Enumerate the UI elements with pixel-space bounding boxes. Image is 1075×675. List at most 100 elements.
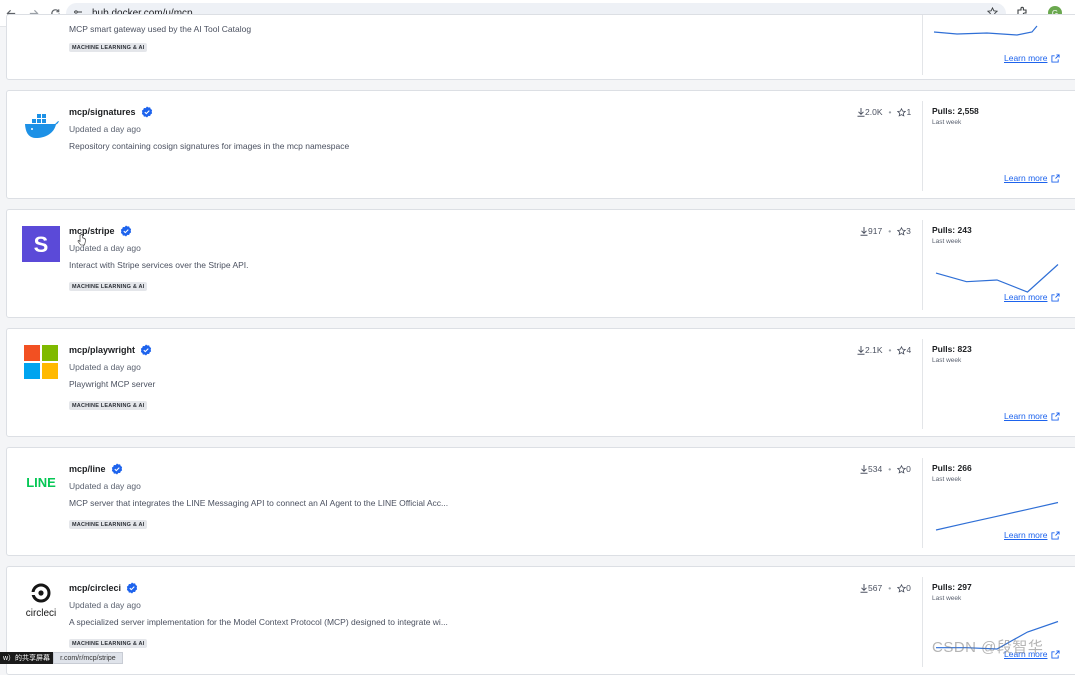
repo-name-link[interactable]: mcp/circleci — [69, 583, 121, 593]
status-bar: w）的共享屏幕 r.com/r/mcp/stripe — [0, 652, 123, 664]
repo-name-link[interactable]: mcp/signatures — [69, 107, 136, 117]
repo-description: Playwright MCP server — [69, 379, 156, 389]
watermark: CSDN @段智华 — [932, 639, 1044, 656]
verified-badge-icon — [126, 582, 138, 594]
pulls-period: Last week — [932, 238, 962, 245]
download-icon — [857, 107, 865, 117]
learn-more-link[interactable]: Learn more — [1004, 53, 1061, 63]
line-logo-text: LINE — [26, 475, 56, 490]
external-link-icon — [1051, 173, 1061, 183]
pulls-count: Pulls: 266 — [932, 463, 972, 473]
repo-name-link[interactable]: mcp/stripe — [69, 226, 115, 236]
repo-stats: 2.0K • 1 — [857, 107, 911, 117]
verified-badge-icon — [141, 106, 152, 118]
download-count: 917 — [868, 226, 883, 236]
download-count: 2.1K — [865, 345, 883, 355]
download-count: 2.0K — [865, 107, 883, 117]
pulls-count: Pulls: 823 — [932, 344, 972, 354]
repo-name-link[interactable]: mcp/playwright — [69, 345, 135, 355]
download-icon — [857, 345, 865, 355]
repo-stats: 567 • 0 — [860, 583, 911, 593]
external-link-icon — [1051, 411, 1061, 421]
screen-share-label: w）的共享屏幕 — [0, 652, 54, 664]
circleci-icon: circleci — [22, 583, 60, 619]
sparkline-path — [935, 501, 1059, 531]
verified-badge-icon — [120, 225, 131, 237]
star-count: 1 — [906, 107, 912, 117]
repo-title-row: mcp/circleci — [69, 582, 138, 594]
star-count: 0 — [906, 583, 911, 593]
category-tag[interactable]: MACHINE LEARNING & AI — [69, 282, 148, 291]
download-icon — [860, 583, 868, 593]
learn-more-label: Learn more — [1004, 53, 1048, 63]
star-icon — [897, 345, 907, 355]
repo-card[interactable]: mcp/playwright Updated a day ago Playwri… — [6, 328, 1075, 437]
separator-dot: • — [888, 226, 892, 236]
separator-dot: • — [888, 107, 892, 117]
star-count: 3 — [906, 226, 911, 236]
star-count: 4 — [906, 345, 912, 355]
learn-more-label: Learn more — [1004, 173, 1048, 183]
download-icon — [860, 464, 868, 474]
category-tag[interactable]: MACHINE LEARNING & AI — [69, 43, 148, 52]
learn-more-link[interactable]: Learn more — [1004, 173, 1061, 183]
star-count: 0 — [906, 464, 911, 474]
learn-more-link[interactable]: Learn more — [1004, 530, 1061, 540]
repo-name-link[interactable]: mcp/line — [69, 464, 106, 474]
star-icon — [897, 226, 907, 236]
pulls-period: Last week — [932, 595, 962, 602]
pulls-sparkline — [933, 25, 1038, 36]
repo-title-row: mcp/signatures — [69, 106, 153, 118]
pulls-sparkline — [935, 264, 1059, 293]
verified-badge-icon — [140, 344, 152, 356]
pulls-count: Pulls: 297 — [932, 582, 972, 592]
download-count: 534 — [868, 464, 883, 474]
repo-title-row: mcp/line — [69, 463, 123, 475]
learn-more-label: Learn more — [1004, 530, 1048, 540]
divider — [922, 577, 923, 667]
separator-dot: • — [888, 583, 892, 593]
star-icon — [897, 107, 907, 117]
svg-text:S: S — [34, 232, 49, 257]
learn-more-link[interactable]: Learn more — [1004, 292, 1061, 302]
external-link-icon — [1051, 649, 1061, 659]
repo-card[interactable]: mcp/signatures Updated a day ago Reposit… — [6, 90, 1075, 199]
repo-stats: 2.1K • 4 — [857, 345, 911, 355]
hand-cursor-icon — [77, 234, 86, 246]
divider — [922, 101, 923, 191]
docker-whale-icon — [22, 107, 60, 143]
category-tag[interactable]: MACHINE LEARNING & AI — [69, 401, 148, 410]
learn-more-label: Learn more — [1004, 411, 1048, 421]
divider — [922, 220, 923, 310]
separator-dot: • — [888, 464, 892, 474]
learn-more-label: Learn more — [1004, 292, 1048, 302]
repo-card[interactable]: S mcp/stripe Updated a day ago Interact … — [6, 209, 1075, 318]
external-link-icon — [1051, 292, 1061, 302]
verified-badge-icon — [111, 463, 122, 475]
repo-card[interactable]: LINE mcp/line Updated a day ago MCP serv… — [6, 447, 1075, 556]
repo-description: A specialized server implementation for … — [69, 617, 448, 627]
updated-time: Updated a day ago — [69, 600, 141, 610]
repo-stats: 917 • 3 — [860, 226, 911, 236]
updated-time: Updated a day ago — [69, 481, 141, 491]
repo-description: Interact with Stripe services over the S… — [69, 260, 249, 270]
download-count: 567 — [868, 583, 883, 593]
repo-stats: 534 • 0 — [860, 464, 911, 474]
category-tag[interactable]: MACHINE LEARNING & AI — [69, 520, 148, 529]
divider — [922, 458, 923, 548]
link-preview-url: r.com/r/mcp/stripe — [53, 652, 123, 664]
line-icon: LINE — [22, 464, 60, 500]
pulls-count: Pulls: 243 — [932, 225, 972, 235]
repo-card[interactable]: circleci mcp/circleci Updated a day ago … — [6, 566, 1075, 675]
download-icon — [860, 226, 868, 236]
repo-card-partial[interactable]: MCP smart gateway used by the AI Tool Ca… — [6, 14, 1075, 80]
pulls-period: Last week — [932, 476, 962, 483]
external-link-icon — [1051, 53, 1061, 63]
pulls-count: Pulls: 2,558 — [932, 106, 979, 116]
repo-description: MCP smart gateway used by the AI Tool Ca… — [69, 24, 252, 34]
pulls-sparkline — [935, 501, 1059, 531]
repo-title-row: mcp/playwright — [69, 344, 152, 356]
category-tag[interactable]: MACHINE LEARNING & AI — [69, 639, 148, 648]
learn-more-link[interactable]: Learn more — [1004, 411, 1061, 421]
stripe-s-icon: S — [22, 226, 60, 262]
